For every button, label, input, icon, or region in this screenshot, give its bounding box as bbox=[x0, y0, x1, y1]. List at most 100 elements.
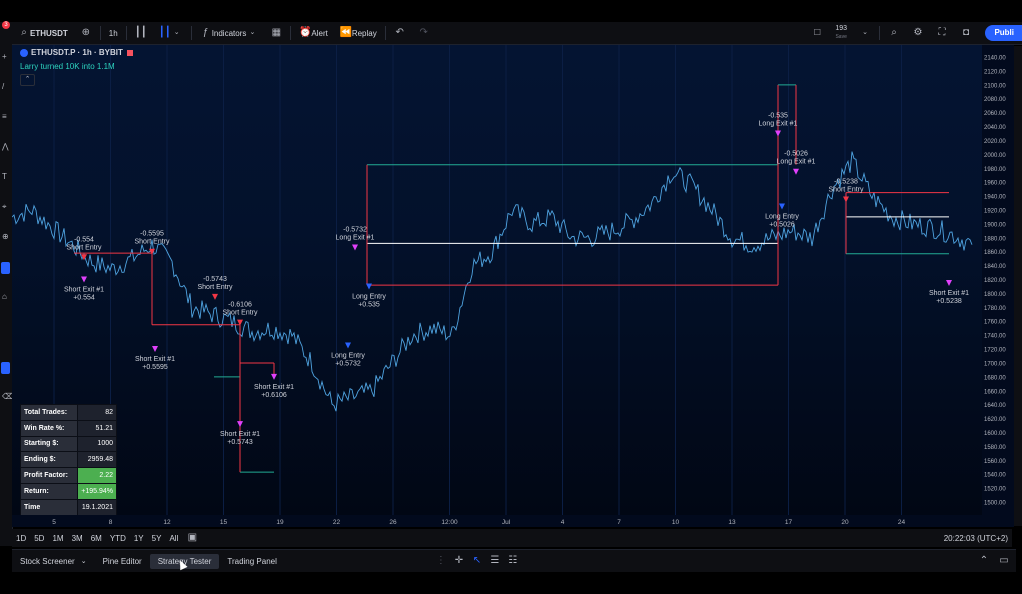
strategy-stats-table: Total Trades: 82 Win Rate %: 51.21 Starting … bbox=[20, 404, 117, 516]
price-tick-label: 1780.00 bbox=[984, 306, 1006, 312]
symbol-logo-icon bbox=[20, 48, 28, 57]
range-button-1m[interactable]: 1M bbox=[48, 534, 67, 543]
range-button-6m[interactable]: 6M bbox=[87, 534, 106, 543]
zoom-tool-icon[interactable]: ⊕ bbox=[2, 232, 9, 241]
text-tool-icon[interactable]: T bbox=[2, 172, 7, 181]
undo-button[interactable]: ↶ bbox=[388, 22, 412, 44]
strategy-name[interactable]: Larry turned 10K into 1.1M bbox=[20, 62, 133, 71]
settings-button[interactable]: ⚙ bbox=[906, 22, 930, 44]
measure-tool-icon[interactable]: ⌖ bbox=[2, 202, 7, 212]
stats-value: 19.1.2021 bbox=[77, 498, 117, 516]
trade-label: Long Entry bbox=[765, 213, 799, 220]
trade-label-sub: Long Exit #1 bbox=[336, 235, 375, 242]
quick-search-button[interactable]: ⌕ bbox=[882, 22, 906, 44]
replay-button[interactable]: ⏪ Replay bbox=[334, 22, 383, 44]
symbol-search[interactable]: ⌕ ETHUSDT bbox=[12, 22, 74, 44]
stats-label: Profit Factor: bbox=[20, 467, 78, 484]
price-tick-label: 1700.00 bbox=[984, 361, 1006, 367]
plus-circle-icon: ⊕ bbox=[81, 27, 90, 38]
compare-button[interactable]: ⊕ bbox=[74, 22, 98, 44]
range-button-1y[interactable]: 1Y bbox=[130, 534, 148, 543]
time-tick-label: 7 bbox=[617, 519, 621, 526]
tab-label: Pine Editor bbox=[102, 556, 142, 566]
price-tick-label: 2000.00 bbox=[984, 153, 1006, 159]
stats-value: 2959.48 bbox=[77, 451, 117, 469]
candle-type-button[interactable]: ┃┃ bbox=[129, 22, 153, 44]
redo-icon: ↷ bbox=[419, 27, 428, 38]
tab-stock-screener[interactable]: Stock Screener ⌄ bbox=[12, 554, 95, 569]
maximize-panel-icon[interactable]: ▭ bbox=[998, 555, 1010, 567]
price-axis-labels: 2140.00 2120.00 2100.00 2080.00 2060.00 2040.… bbox=[984, 56, 1006, 507]
collapse-legend-button[interactable]: ⌃ bbox=[20, 74, 35, 86]
trade-label-sub: Short Entry bbox=[66, 244, 102, 251]
price-tick-label: 1640.00 bbox=[984, 403, 1006, 409]
cursor-icon[interactable]: ↖ bbox=[471, 555, 483, 567]
range-button-5y[interactable]: 5Y bbox=[148, 534, 166, 543]
replay-label: Replay bbox=[351, 28, 377, 38]
save-label: Save bbox=[835, 34, 847, 40]
magnet-tool-icon[interactable] bbox=[1, 262, 10, 274]
stats-label: Ending $: bbox=[20, 451, 78, 469]
trade-label-sub: +0.535 bbox=[358, 301, 380, 308]
fullscreen-button[interactable]: ⛶ bbox=[930, 22, 954, 44]
stats-row: Total Trades: 82 bbox=[20, 404, 117, 421]
interval-button[interactable]: 1h bbox=[103, 22, 124, 44]
time-tick-label: 12:00 bbox=[441, 519, 458, 526]
range-button-all[interactable]: All bbox=[165, 534, 182, 543]
indicators-button[interactable]: ƒ Indicators ⌄ bbox=[194, 22, 265, 44]
price-tick-label: 1520.00 bbox=[984, 487, 1006, 493]
alert-button[interactable]: ⏰ Alert bbox=[293, 22, 333, 44]
trendline-tool-icon[interactable]: / bbox=[2, 82, 4, 91]
bottom-panel-bar: Stock Screener ⌄ Pine Editor Strategy Te… bbox=[12, 549, 1016, 572]
trade-label: -0.5026 bbox=[784, 151, 808, 158]
price-tick-label: 2100.00 bbox=[984, 83, 1006, 89]
chevron-up-icon[interactable]: ⌃ bbox=[978, 555, 990, 567]
clock-readout[interactable]: 20:22:03 (UTC+2) bbox=[944, 534, 1008, 543]
fullscreen-rect-button[interactable]: □ bbox=[805, 22, 829, 44]
trade-label: -0.5732 bbox=[343, 227, 367, 234]
layouts-button[interactable]: ▦ bbox=[264, 22, 288, 44]
redo-button[interactable]: ↷ bbox=[412, 22, 436, 44]
save-dropdown[interactable]: ⌄ bbox=[853, 22, 877, 44]
trade-label: Short Exit #1 bbox=[64, 287, 104, 294]
fib-tool-icon[interactable]: ≡ bbox=[2, 112, 7, 121]
tab-trading-panel[interactable]: Trading Panel bbox=[219, 554, 285, 569]
bar-type-button[interactable]: ┃┃ ⌄ bbox=[153, 22, 189, 44]
price-tick-label: 1840.00 bbox=[984, 264, 1006, 270]
divider bbox=[190, 26, 192, 40]
flag-icon[interactable] bbox=[126, 49, 133, 56]
drag-handle-icon[interactable]: ⋮ bbox=[435, 555, 447, 567]
legend-title[interactable]: ETHUSDT.P · 1h · BYBIT bbox=[31, 48, 123, 57]
chart-pane[interactable]: -0.554 Short Entry Short Exit #1 +0.554 -0.5… bbox=[12, 45, 982, 515]
trade-label-sub: Short Entry bbox=[828, 187, 864, 194]
eye-tool-icon[interactable] bbox=[1, 362, 10, 374]
trade-label: -0.5238 bbox=[834, 179, 858, 186]
trade-marker-icon bbox=[843, 196, 849, 203]
calendar-icon[interactable]: ▣ bbox=[186, 532, 198, 544]
object-tree-icon[interactable]: ☰ bbox=[489, 555, 501, 567]
trade-label-sub: +0.5732 bbox=[335, 361, 361, 368]
time-tick-label: Jul bbox=[502, 519, 511, 526]
lock-tool-icon[interactable]: ⌂ bbox=[2, 292, 7, 301]
range-button-ytd[interactable]: YTD bbox=[106, 534, 130, 543]
range-button-5d[interactable]: 5D bbox=[30, 534, 48, 543]
crosshair-tool-icon[interactable]: + bbox=[2, 52, 7, 61]
time-axis[interactable]: 5 8 12 15 19 22 26 12:00 Jul 4 7 10 13 17 20 24 bbox=[12, 515, 982, 527]
stats-label: Total Trades: bbox=[20, 404, 78, 421]
data-window-icon[interactable]: ☷ bbox=[507, 555, 519, 567]
crosshair-icon[interactable]: ✛ bbox=[453, 555, 465, 567]
tab-pine-editor[interactable]: Pine Editor bbox=[95, 554, 150, 569]
snapshot-button[interactable]: ◘ bbox=[954, 22, 978, 44]
save-layout-button[interactable]: 193 Save bbox=[829, 22, 853, 44]
stats-row: Time 19.1.2021 bbox=[20, 498, 117, 516]
range-button-3m[interactable]: 3M bbox=[68, 534, 87, 543]
pattern-tool-icon[interactable]: ⋀ bbox=[2, 142, 9, 151]
publish-button[interactable]: Publi bbox=[985, 25, 1022, 41]
trade-marker-icon bbox=[352, 244, 358, 251]
range-button-1d[interactable]: 1D bbox=[12, 534, 30, 543]
price-axis[interactable]: 2140.00 2120.00 2100.00 2080.00 2060.00 2040.… bbox=[982, 45, 1014, 527]
notification-badge[interactable]: 3 bbox=[2, 21, 10, 29]
chart-legend: ETHUSDT.P · 1h · BYBIT Larry turned 10K … bbox=[20, 48, 133, 86]
price-tick-label: 1860.00 bbox=[984, 250, 1006, 256]
price-chart[interactable]: -0.554Short EntryShort Exit #1+0.554-0.5… bbox=[12, 45, 982, 515]
